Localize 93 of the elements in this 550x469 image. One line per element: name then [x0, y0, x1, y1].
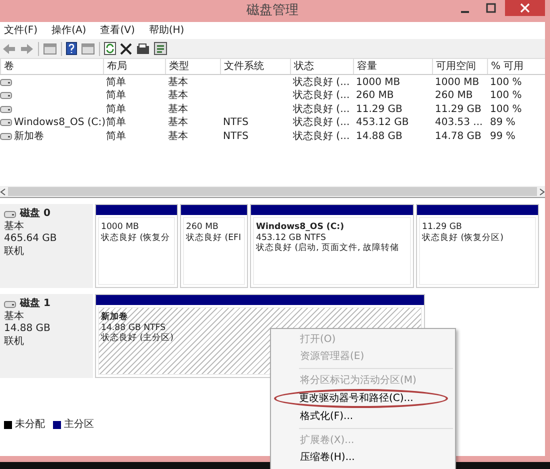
refresh-icon[interactable]: [104, 42, 116, 55]
table-cell-text: 100 %: [489, 89, 523, 104]
disk-name: 磁盘 0: [20, 208, 50, 220]
partition-status: 状态良好 (恢复分: [101, 232, 170, 244]
menu-item[interactable]: 操作(A): [52, 23, 86, 38]
minimize-icon: [461, 11, 469, 13]
table-cell-text: 260 MB: [355, 89, 395, 104]
partition-block[interactable]: 1000 MB 状态良好 (恢复分: [95, 204, 178, 288]
table-cell-text: 状态良好 (...: [292, 76, 351, 90]
partition-status: 状态良好 (主分区): [101, 333, 174, 344]
disk-name: 磁盘 1: [20, 298, 50, 310]
disk-size: 465.64 GB: [4, 233, 58, 246]
table-cell-text: 1000 MB: [434, 76, 480, 90]
partition-name: 新加卷: [101, 312, 128, 323]
partition-size: 14.88 GB NTFS: [101, 322, 166, 333]
disk-state: 联机: [4, 336, 25, 348]
table-cell-text: 基本: [167, 130, 189, 144]
column-header[interactable]: 状态: [290, 59, 353, 74]
table-cell-text: NTFS: [222, 116, 250, 130]
column-header[interactable]: % 可用: [487, 59, 545, 74]
partition-size: 11.29 GB: [422, 222, 462, 233]
properties-icon[interactable]: [136, 42, 150, 54]
table-cell-text: 状态良好 (...: [292, 130, 351, 144]
table-cell-text: 11.29 GB: [434, 102, 482, 117]
column-header[interactable]: 可用空间: [432, 59, 487, 74]
table-cell-text: Windows8_OS (C:): [14, 116, 106, 130]
drive-icon: [0, 119, 12, 126]
disk-type: 基本: [4, 310, 25, 323]
close-button[interactable]: [505, 0, 545, 16]
maximize-icon: [486, 3, 496, 13]
partition-size: 260 MB: [186, 222, 218, 233]
menu-item[interactable]: 更改驱动器号和路径(C)...: [275, 390, 447, 407]
table-cell-text: 403.53 ...: [434, 116, 484, 130]
table-cell-text: 简单: [105, 88, 127, 104]
scroll-left-icon[interactable]: [0, 188, 6, 196]
panel-icon[interactable]: [43, 42, 57, 54]
menu-item[interactable]: 帮助(H): [148, 23, 184, 38]
disk-type: 基本: [4, 220, 25, 233]
partition-block[interactable]: Windows8_OS (C:) 453.12 GB NTFS 状态良好 (启动, 页面文件, 故障转储: [250, 204, 414, 288]
menu-item[interactable]: 查看(V): [100, 23, 135, 38]
column-header[interactable]: 卷: [0, 59, 103, 74]
table-cell-text: 基本: [167, 88, 189, 104]
partition-name: Windows8_OS (C:): [256, 222, 344, 233]
menu-item[interactable]: 格式化(F)...: [271, 408, 455, 425]
table-cell-text: 100 %: [489, 76, 523, 90]
column-header[interactable]: 布局: [103, 59, 165, 74]
table-cell-text: 99 %: [489, 130, 516, 144]
table-cell-text: 100 %: [489, 102, 523, 117]
table-cell-text: 基本: [167, 116, 189, 130]
table-cell-text: 简单: [105, 130, 127, 144]
window-title: 磁盘管理: [246, 2, 298, 20]
scroll-right-icon[interactable]: [539, 188, 545, 196]
table-cell-text: 简单: [105, 76, 127, 90]
legend-label: 主分区: [64, 418, 94, 432]
table-cell-text: 简单: [105, 102, 127, 116]
table-cell-text: 14.88 GB: [355, 130, 404, 144]
table-cell-text: 1000 MB: [355, 76, 402, 90]
close-icon: [520, 3, 530, 13]
disk-size: 14.88 GB: [4, 323, 52, 336]
table-cell-text: 基本: [167, 76, 189, 90]
table-cell-text: 11.29 GB: [355, 102, 404, 117]
help-icon[interactable]: [66, 42, 77, 55]
table-cell-text: 新加卷: [14, 130, 44, 144]
column-header[interactable]: 容量: [353, 59, 432, 74]
drive-icon: [0, 132, 12, 140]
table-cell-text: 基本: [167, 102, 189, 116]
menu-item[interactable]: 压缩卷(H)...: [271, 449, 455, 466]
partition-header-bar: [181, 205, 247, 215]
table-cell-text: 14.78 GB: [434, 130, 482, 144]
drive-icon: [0, 106, 12, 113]
partition-status: 状态良好 (恢复分区): [422, 232, 504, 244]
disk-state: 联机: [4, 246, 25, 258]
table-cell-text: 453.12 GB: [355, 116, 410, 130]
legend-label: 未分配: [15, 418, 45, 432]
table-cell-text: 状态良好 (...: [292, 88, 351, 104]
partition-status: 状态良好 (EFI: [186, 232, 241, 244]
scrollbar-thumb[interactable]: [8, 187, 537, 196]
table-cell-text: 89 %: [489, 116, 516, 130]
partition-size: 453.12 GB NTFS: [256, 232, 326, 243]
partition-block[interactable]: 260 MB 状态良好 (EFI: [180, 204, 248, 288]
table-cell-text: 状态良好 (...: [292, 116, 351, 130]
delete-icon[interactable]: [120, 42, 132, 54]
table-cell-text: 260 MB: [434, 89, 474, 104]
partition-status: 状态良好 (启动, 页面文件, 故障转储: [256, 243, 400, 254]
column-header[interactable]: 文件系统: [220, 59, 290, 74]
table-cell-text: NTFS: [222, 130, 250, 144]
menu-item[interactable]: 文件(F): [4, 23, 38, 38]
table-cell-text: 状态良好 (...: [292, 102, 351, 116]
drive-icon: [0, 92, 12, 100]
drive-icon: [0, 79, 12, 86]
partition-block[interactable]: 11.29 GB 状态良好 (恢复分区): [416, 204, 539, 288]
column-header[interactable]: 类型: [165, 59, 220, 74]
partition-size: 1000 MB: [101, 222, 139, 233]
